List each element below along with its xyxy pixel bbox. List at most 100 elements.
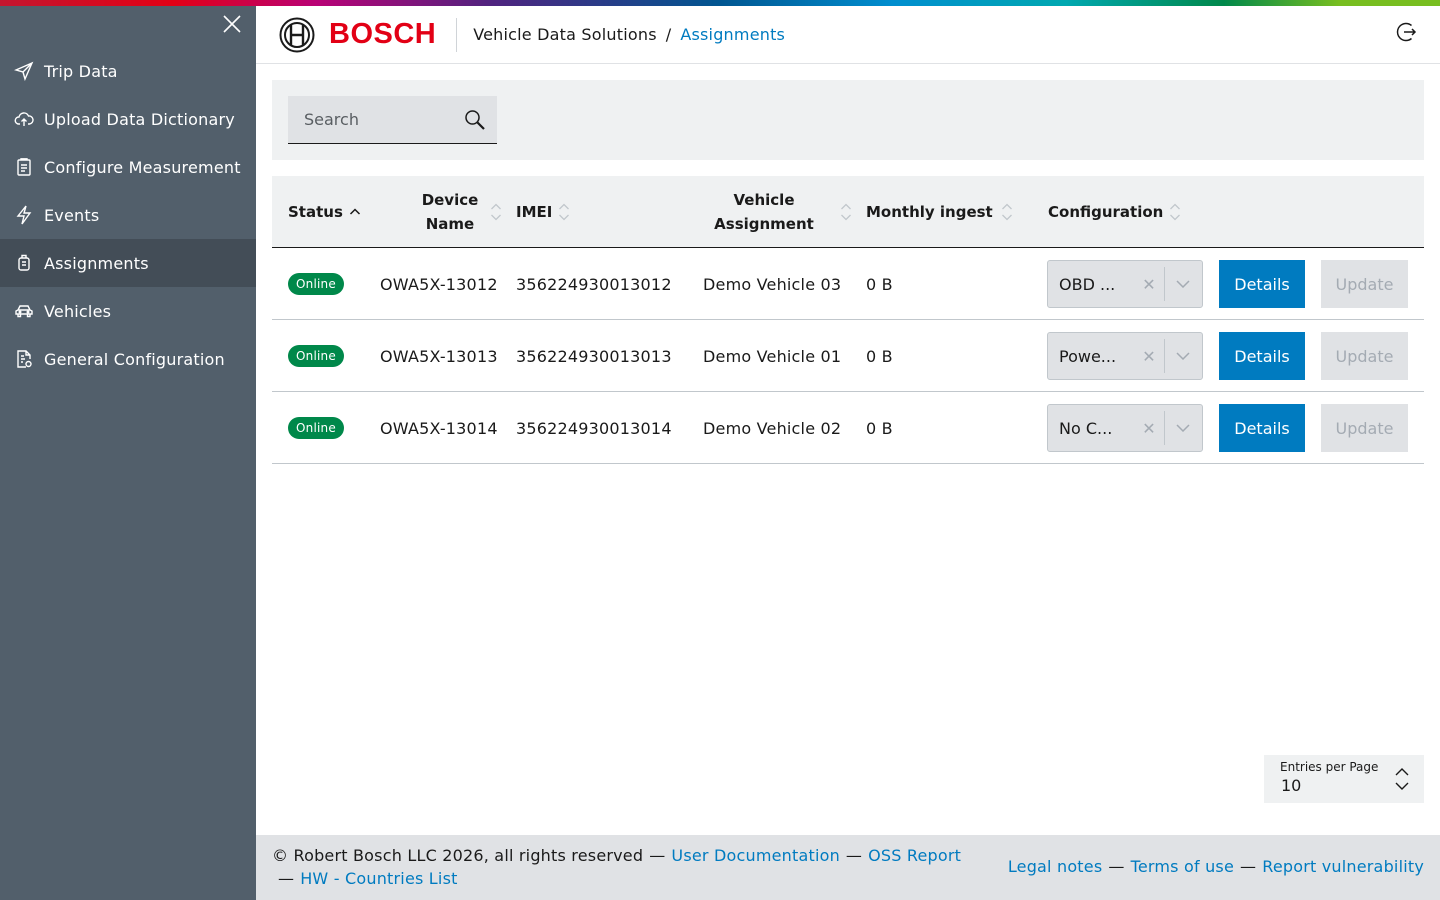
vehicle-cell: Demo Vehicle 03	[703, 274, 842, 294]
search-field	[288, 96, 497, 144]
header-label: Configuration	[1048, 203, 1164, 221]
sidebar-item-label: General Configuration	[44, 349, 225, 369]
device-name-cell: OWA5X-13013	[380, 346, 498, 366]
header-configuration[interactable]: Configuration	[1048, 176, 1181, 248]
sidebar-item-general-configuration[interactable]: General Configuration	[0, 335, 256, 383]
update-button[interactable]: Update	[1321, 332, 1408, 380]
device-name-cell: OWA5X-13012	[380, 274, 498, 294]
details-button[interactable]: Details	[1219, 404, 1305, 452]
sidebar-item-vehicles[interactable]: Vehicles	[0, 287, 256, 335]
footer-dash: —	[1240, 857, 1257, 876]
sidebar-item-configure-measurement[interactable]: Configure Measurement	[0, 143, 256, 191]
sidebar-item-label: Upload Data Dictionary	[44, 109, 235, 129]
update-button[interactable]: Update	[1321, 404, 1408, 452]
vehicle-cell: Demo Vehicle 01	[703, 346, 842, 366]
sort-neutral-icon[interactable]	[490, 201, 502, 223]
device-icon	[13, 252, 35, 274]
ingest-cell: 0 B	[866, 418, 893, 438]
footer-dash: —	[278, 869, 295, 888]
header-status[interactable]: Status	[288, 176, 361, 248]
footer-dash: —	[649, 846, 666, 865]
report-vulnerability-link[interactable]: Report vulnerability	[1262, 857, 1424, 876]
cloud-upload-icon	[13, 108, 35, 130]
filter-panel	[272, 80, 1424, 160]
imei-cell: 356224930013013	[516, 346, 672, 366]
search-icon[interactable]	[463, 108, 487, 132]
breadcrumb-separator: /	[665, 25, 672, 44]
sidebar: Trip Data Upload Data Dictionary Configu…	[0, 0, 256, 900]
table-row: Online OWA5X-13012 356224930013012 Demo …	[272, 248, 1424, 320]
hw-countries-list-link[interactable]: HW - Countries List	[300, 869, 457, 888]
update-button[interactable]: Update	[1321, 260, 1408, 308]
configuration-value: Powe...	[1059, 346, 1117, 366]
status-badge: Online	[288, 345, 344, 367]
header-imei[interactable]: IMEI	[516, 176, 570, 248]
document-settings-icon	[13, 348, 35, 370]
ingest-cell: 0 B	[866, 274, 893, 294]
user-documentation-link[interactable]: User Documentation	[671, 846, 840, 865]
table-row: Online OWA5X-13014 356224930013014 Demo …	[272, 392, 1424, 464]
header-label: IMEI	[516, 203, 553, 221]
clear-icon[interactable]: ✕	[1134, 347, 1164, 366]
sort-neutral-icon	[559, 203, 570, 221]
device-name-cell: OWA5X-13014	[380, 418, 498, 438]
configuration-select[interactable]: Powe... ✕	[1047, 332, 1203, 380]
header-divider	[456, 17, 458, 52]
bosch-wordmark: BOSCH	[329, 18, 437, 50]
clear-icon[interactable]: ✕	[1134, 275, 1164, 294]
sidebar-item-events[interactable]: Events	[0, 191, 256, 239]
top-header: BOSCH Vehicle Data Solutions / Assignmen…	[256, 6, 1440, 64]
sidebar-item-assignments[interactable]: Assignments	[0, 239, 256, 287]
search-input[interactable]	[288, 110, 458, 129]
footer-dash: —	[845, 846, 863, 865]
breadcrumb-current: Assignments	[680, 25, 786, 44]
header-label: Device Name	[421, 191, 479, 233]
brand-supergraphic-bar	[0, 0, 1440, 6]
chevron-down-icon[interactable]	[1165, 352, 1201, 360]
terms-of-use-link[interactable]: Terms of use	[1131, 857, 1234, 876]
sort-ascending-icon	[349, 208, 360, 215]
sidebar-item-upload-data-dictionary[interactable]: Upload Data Dictionary	[0, 95, 256, 143]
bosch-logo[interactable]: BOSCH	[279, 17, 436, 53]
configuration-select[interactable]: No C... ✕	[1047, 404, 1203, 452]
vehicle-cell: Demo Vehicle 02	[703, 418, 842, 438]
bosch-armature-icon	[279, 17, 315, 52]
status-badge: Online	[288, 273, 344, 295]
clipboard-icon	[13, 156, 35, 178]
sidebar-item-trip-data[interactable]: Trip Data	[0, 47, 256, 95]
configuration-value: No C...	[1059, 418, 1113, 438]
logout-icon[interactable]	[1394, 20, 1418, 44]
copyright-text: © Robert Bosch LLC 2026, all rights rese…	[272, 846, 644, 865]
close-sidebar-icon[interactable]	[220, 12, 244, 36]
header-label: Status	[288, 203, 343, 221]
chevron-down-icon[interactable]	[1165, 424, 1201, 432]
oss-report-link[interactable]: OSS Report	[868, 846, 961, 865]
assignments-table: Status Device Name IMEI Vehicle Assignme…	[272, 176, 1424, 464]
imei-cell: 356224930013014	[516, 418, 672, 438]
sort-neutral-icon	[1170, 203, 1181, 221]
car-icon	[13, 300, 35, 322]
sort-neutral-icon[interactable]	[840, 201, 852, 223]
header-vehicle-assignment[interactable]: Vehicle Assignment	[704, 176, 824, 248]
configuration-select[interactable]: OBD ... ✕	[1047, 260, 1203, 308]
breadcrumb-app[interactable]: Vehicle Data Solutions	[473, 25, 657, 44]
configuration-value: OBD ...	[1059, 274, 1116, 294]
ingest-cell: 0 B	[866, 346, 893, 366]
sidebar-item-label: Events	[44, 205, 100, 225]
imei-cell: 356224930013012	[516, 274, 672, 294]
details-button[interactable]: Details	[1219, 260, 1305, 308]
sidebar-item-label: Configure Measurement	[44, 157, 241, 177]
entries-per-page-value: 10	[1281, 776, 1302, 795]
sidebar-item-label: Vehicles	[44, 301, 112, 321]
clear-icon[interactable]: ✕	[1134, 419, 1164, 438]
entries-per-page-select[interactable]: Entries per Page 10	[1264, 755, 1424, 803]
sort-neutral-icon	[1001, 203, 1012, 221]
sidebar-item-label: Trip Data	[44, 61, 118, 81]
legal-notes-link[interactable]: Legal notes	[1008, 857, 1103, 876]
sidebar-menu: Trip Data Upload Data Dictionary Configu…	[0, 47, 256, 383]
header-monthly-ingest[interactable]: Monthly ingest	[866, 176, 1013, 248]
header-label: Vehicle Assignment	[714, 191, 814, 233]
details-button[interactable]: Details	[1219, 332, 1305, 380]
chevron-down-icon[interactable]	[1165, 280, 1201, 288]
lightning-icon	[13, 204, 35, 226]
